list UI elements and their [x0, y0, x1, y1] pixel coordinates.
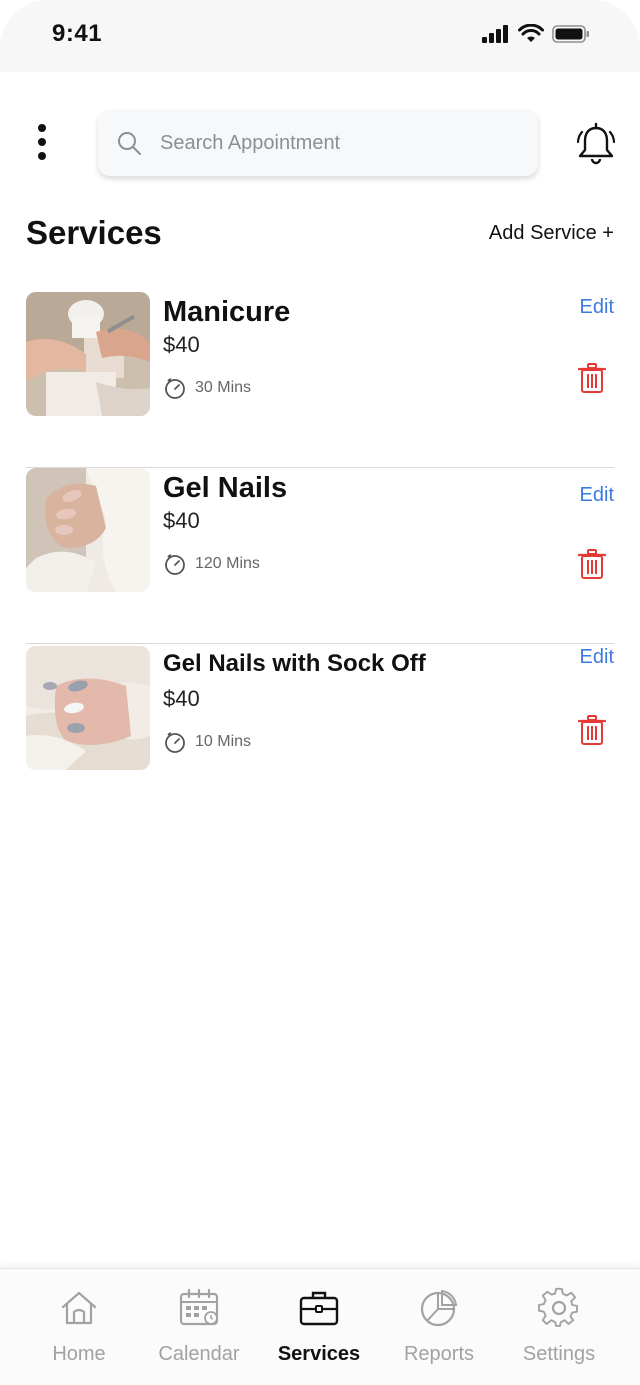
duration-label: 10 Mins: [195, 733, 252, 750]
timer-icon: [165, 378, 185, 399]
menu-dot: [38, 124, 46, 132]
bottom-tab-bar: Home Calendar Services Reports Settings: [0, 1268, 640, 1385]
service-list: Manicure $40 30 Mins Edit Gel Nails $40 …: [26, 292, 614, 820]
timer-icon: [165, 554, 185, 575]
tab-home[interactable]: Home: [19, 1287, 139, 1377]
gel-nails-sock-off-photo: [26, 646, 150, 770]
tab-label: Reports: [403, 1343, 475, 1365]
tab-label: Calendar: [158, 1343, 240, 1365]
tab-label: Services: [277, 1343, 361, 1365]
pie-chart-icon: [420, 1289, 458, 1327]
status-icons: [482, 24, 590, 44]
duration-label: 30 Mins: [195, 379, 252, 396]
service-price: $40: [163, 332, 200, 357]
gear-icon: [538, 1287, 578, 1327]
tab-reports[interactable]: Reports: [379, 1287, 499, 1377]
tab-calendar[interactable]: Calendar: [139, 1287, 259, 1377]
edit-service-button[interactable]: Edit: [580, 296, 614, 319]
service-duration: 120 Mins: [163, 552, 260, 576]
trash-icon[interactable]: [578, 362, 606, 394]
briefcase-icon: [299, 1291, 339, 1326]
calendar-icon: [179, 1288, 219, 1326]
service-item[interactable]: Manicure $40 30 Mins Edit: [26, 292, 614, 468]
notification-bell-icon[interactable]: [574, 122, 618, 166]
service-name: Gel Nails with Sock Off: [163, 650, 426, 677]
trash-icon[interactable]: [578, 714, 606, 746]
service-name: Manicure: [163, 296, 291, 328]
tab-label: Settings: [522, 1343, 596, 1365]
page-title: Services: [26, 214, 162, 251]
manicure-photo: [26, 292, 150, 416]
battery-icon: [552, 25, 589, 43]
search-input[interactable]: [160, 131, 500, 155]
wifi-icon: [518, 24, 544, 42]
search-icon: [118, 132, 141, 155]
timer-icon: [165, 732, 185, 753]
signal-icon: [482, 25, 508, 43]
tab-settings[interactable]: Settings: [499, 1287, 619, 1377]
service-duration: 30 Mins: [163, 376, 251, 400]
gel-nails-photo: [26, 468, 150, 592]
edit-service-button[interactable]: Edit: [580, 484, 614, 507]
service-duration: 10 Mins: [163, 730, 251, 754]
tab-services[interactable]: Services: [259, 1287, 379, 1377]
trash-icon[interactable]: [578, 548, 606, 580]
menu-dot: [38, 138, 46, 146]
service-item[interactable]: Gel Nails $40 120 Mins Edit: [26, 468, 614, 644]
duration-label: 120 Mins: [195, 555, 260, 572]
service-price: $40: [163, 508, 200, 533]
status-bar: 9:41: [0, 0, 640, 72]
more-menu-button[interactable]: [26, 120, 58, 164]
edit-service-button[interactable]: Edit: [580, 646, 614, 669]
tab-label: Home: [52, 1343, 106, 1365]
phone-screen: 9:41 Search Appointment Services Add Ser…: [0, 0, 640, 1385]
service-name: Gel Nails: [163, 472, 288, 504]
home-icon: [61, 1291, 97, 1325]
menu-dot: [38, 152, 46, 160]
status-time: 9:41: [52, 20, 103, 47]
search-bar: [98, 110, 538, 176]
service-item[interactable]: Gel Nails with Sock Off $40 10 Mins Edit: [26, 644, 614, 820]
add-service-button[interactable]: Add Service +: [489, 222, 614, 245]
service-price: $40: [163, 686, 200, 711]
